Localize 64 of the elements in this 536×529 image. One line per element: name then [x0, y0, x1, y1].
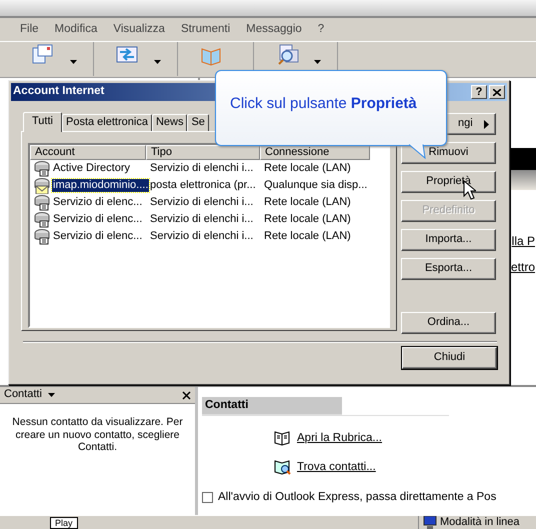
table-cell-text: Rete locale (LAN) — [263, 196, 352, 210]
table-cell-text: Servizio di elenchi i... — [149, 230, 254, 244]
caret-icon — [70, 60, 77, 64]
close-icon[interactable] — [182, 390, 191, 400]
close-button[interactable] — [489, 85, 505, 99]
column-header[interactable]: Connessione — [260, 145, 370, 160]
checkbox-label: All'avvio di Outlook Express, passa direttamente a Pos — [218, 491, 496, 505]
caret-icon — [314, 60, 321, 64]
account-name[interactable]: Servizio di elenc... — [52, 196, 144, 210]
link-text[interactable]: lla P — [512, 234, 536, 248]
dialog-button[interactable]: Ordina... — [401, 312, 496, 334]
find-icon — [274, 459, 291, 476]
window-title: Account Internet — [13, 85, 104, 99]
menu-item[interactable]: Messaggio — [238, 22, 310, 36]
table-cell-text: Rete locale (LAN) — [263, 212, 352, 226]
account-name[interactable]: Servizio di elenc... — [52, 230, 144, 244]
dialog-button[interactable]: Importa... — [401, 229, 496, 251]
caret-icon — [48, 393, 55, 397]
table-cell-text: Rete locale (LAN) — [263, 162, 352, 176]
find-icon — [276, 44, 300, 66]
tab[interactable]: Tutti — [23, 112, 62, 132]
empty-message: Nessun contatto da visualizzare. Per creare un nuovo contatto, scegliere Contatti. — [11, 415, 184, 454]
link[interactable]: Trova contatti... — [297, 460, 376, 474]
link-text[interactable]: ettro — [510, 260, 536, 275]
menu-item[interactable]: File — [12, 22, 47, 36]
tab[interactable]: News — [152, 114, 188, 131]
table-cell-text: Qualunque sia disp... — [263, 178, 368, 192]
dialog-button[interactable]: Esporta... — [401, 258, 496, 280]
table-cell-text: Servizio di elenchi i... — [149, 196, 254, 210]
menu-item[interactable]: Modifica — [46, 22, 106, 36]
tab[interactable]: Se — [187, 114, 209, 131]
status-text: Modalità in linea — [440, 516, 520, 529]
menu-item[interactable]: ? — [310, 22, 332, 36]
column-header[interactable]: Tipo — [146, 145, 260, 160]
play-button[interactable]: Play — [50, 517, 78, 529]
table-cell-text: Servizio di elenchi i... — [149, 212, 254, 226]
computer-icon — [423, 516, 437, 529]
account-name[interactable]: imap.miodominio.... — [52, 178, 150, 192]
close-dialog-button[interactable]: Chiudi — [402, 347, 497, 369]
table-cell-text: Servizio di elenchi i... — [149, 162, 254, 176]
server-icon — [33, 160, 51, 177]
server-icon — [33, 228, 51, 245]
callout-text: Click sul pulsante Proprietà — [230, 95, 417, 112]
tab[interactable]: Posta elettronica — [62, 114, 152, 131]
menu-item[interactable]: Visualizza — [105, 22, 173, 36]
caret-icon — [154, 60, 161, 64]
server-icon — [33, 194, 51, 211]
table-cell-text: Rete locale (LAN) — [263, 230, 352, 244]
checkbox[interactable] — [202, 492, 213, 504]
book-icon — [274, 430, 291, 447]
table-cell-text: posta elettronica (pr... — [149, 178, 257, 192]
submenu-arrow-icon — [484, 120, 489, 128]
server-icon — [33, 211, 51, 228]
column-header[interactable]: Account — [30, 145, 146, 160]
section-heading: Contatti — [202, 397, 342, 415]
close-icon — [493, 88, 501, 96]
dialog-button[interactable]: Proprietà — [401, 171, 496, 193]
account-name[interactable]: Servizio di elenc... — [52, 212, 144, 226]
account-name[interactable]: Active Directory — [52, 162, 132, 176]
menu-item[interactable]: Strumenti — [172, 22, 238, 36]
help-button[interactable]: ? — [471, 85, 487, 99]
mail-server-icon — [33, 177, 51, 194]
link[interactable]: Apri la Rubrica... — [297, 432, 382, 446]
pane-title[interactable]: Contatti — [4, 388, 42, 402]
